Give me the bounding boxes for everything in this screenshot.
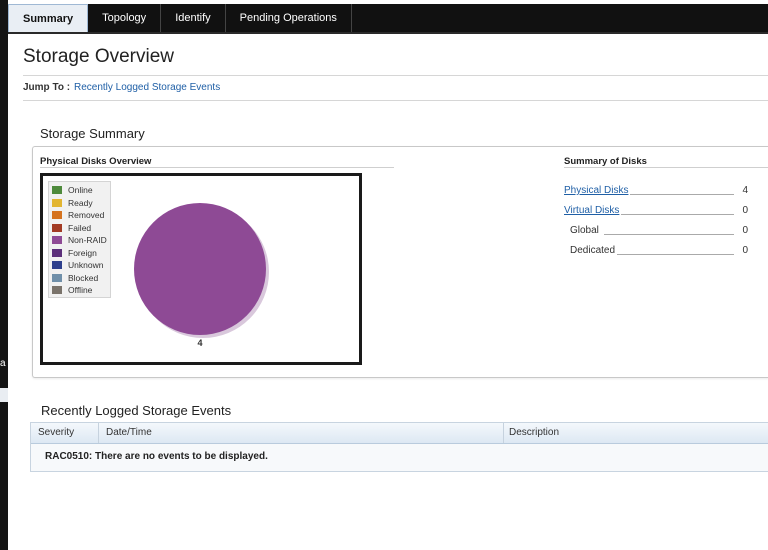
legend-item-non-raid: Non-RAID bbox=[52, 234, 107, 246]
legend-swatch bbox=[52, 248, 62, 257]
physical-disks-row: Physical Disks 4 bbox=[564, 185, 748, 199]
tab-summary[interactable]: Summary bbox=[8, 4, 89, 32]
legend-item-failed: Failed bbox=[52, 222, 91, 234]
legend-item-online: Online bbox=[52, 184, 93, 196]
physical-disks-chart: 4 Online Ready Removed Failed Non-RAID F… bbox=[40, 173, 362, 365]
legend-label: Foreign bbox=[68, 247, 97, 258]
pie-slice-non-raid[interactable] bbox=[134, 203, 266, 335]
divider bbox=[23, 75, 768, 76]
legend-swatch bbox=[52, 186, 62, 194]
dedicated-label: Dedicated bbox=[570, 245, 618, 256]
legend-swatch bbox=[52, 261, 62, 269]
legend-item-ready: Ready bbox=[52, 197, 93, 209]
column-header-description[interactable]: Description bbox=[509, 427, 559, 438]
legend-swatch bbox=[52, 286, 62, 294]
dedicated-count: 0 bbox=[742, 245, 748, 256]
leader-dots bbox=[604, 234, 734, 235]
legend-swatch bbox=[52, 273, 62, 282]
summary-of-disks-title: Summary of Disks bbox=[564, 156, 647, 167]
divider bbox=[564, 167, 768, 168]
legend-item-removed: Removed bbox=[52, 209, 104, 221]
column-header-date-time[interactable]: Date/Time bbox=[106, 427, 152, 438]
legend-item-blocked: Blocked bbox=[52, 272, 98, 284]
legend-swatch bbox=[52, 198, 62, 207]
pie-data-label: 4 bbox=[197, 338, 202, 348]
jump-to-label: Jump To : bbox=[23, 82, 71, 93]
physical-disks-count: 4 bbox=[742, 185, 748, 196]
tab-bar: Summary Topology Identify Pending Operat… bbox=[8, 4, 768, 34]
page-title: Storage Overview bbox=[23, 46, 175, 67]
chart-legend: Online Ready Removed Failed Non-RAID For… bbox=[48, 181, 111, 298]
legend-label: Unknown bbox=[68, 260, 104, 270]
physical-disks-overview-title: Physical Disks Overview bbox=[40, 156, 152, 167]
sidebar-edge-glyph: a bbox=[0, 358, 6, 369]
legend-label: Blocked bbox=[68, 272, 99, 283]
tab-identify[interactable]: Identify bbox=[161, 4, 226, 32]
legend-item-unknown: Unknown bbox=[52, 259, 103, 271]
legend-label: Online bbox=[68, 185, 93, 195]
physical-disks-link[interactable]: Physical Disks bbox=[564, 185, 631, 196]
legend-swatch bbox=[52, 223, 62, 232]
column-header-severity[interactable]: Severity bbox=[38, 427, 74, 438]
legend-swatch bbox=[52, 211, 62, 219]
legend-label: Ready bbox=[68, 197, 93, 208]
storage-summary-title: Storage Summary bbox=[40, 126, 145, 141]
global-label: Global bbox=[570, 225, 601, 236]
sidebar-edge-highlight bbox=[0, 388, 8, 402]
leader-dots bbox=[618, 214, 734, 215]
virtual-disks-count: 0 bbox=[742, 205, 748, 216]
legend-label: Offline bbox=[68, 285, 93, 295]
divider bbox=[40, 167, 394, 168]
global-row: Global 0 bbox=[564, 225, 748, 239]
left-sidebar-edge: a bbox=[0, 0, 8, 550]
leader-dots bbox=[624, 194, 734, 195]
legend-item-offline: Offline bbox=[52, 284, 92, 296]
events-table-header: Severity Date/Time Description bbox=[31, 423, 768, 444]
jump-to-events-link[interactable]: Recently Logged Storage Events bbox=[74, 82, 220, 93]
tab-topology[interactable]: Topology bbox=[88, 4, 162, 32]
column-divider bbox=[98, 423, 99, 443]
legend-label: Non-RAID bbox=[68, 235, 107, 245]
divider bbox=[23, 100, 768, 101]
legend-item-foreign: Foreign bbox=[52, 247, 97, 259]
legend-swatch bbox=[52, 236, 62, 244]
virtual-disks-link[interactable]: Virtual Disks bbox=[564, 205, 622, 216]
tab-pending-operations[interactable]: Pending Operations bbox=[226, 4, 352, 32]
virtual-disks-row: Virtual Disks 0 bbox=[564, 205, 748, 219]
column-divider bbox=[503, 423, 504, 443]
dedicated-row: Dedicated 0 bbox=[564, 245, 748, 259]
events-section-title: Recently Logged Storage Events bbox=[41, 403, 232, 418]
leader-dots bbox=[616, 254, 734, 255]
global-count: 0 bbox=[742, 225, 748, 236]
empty-events-message: RAC0510: There are no events to be displ… bbox=[45, 451, 268, 462]
legend-label: Failed bbox=[68, 222, 92, 233]
legend-label: Removed bbox=[68, 210, 105, 220]
events-table: Severity Date/Time Description RAC0510: … bbox=[30, 422, 768, 472]
